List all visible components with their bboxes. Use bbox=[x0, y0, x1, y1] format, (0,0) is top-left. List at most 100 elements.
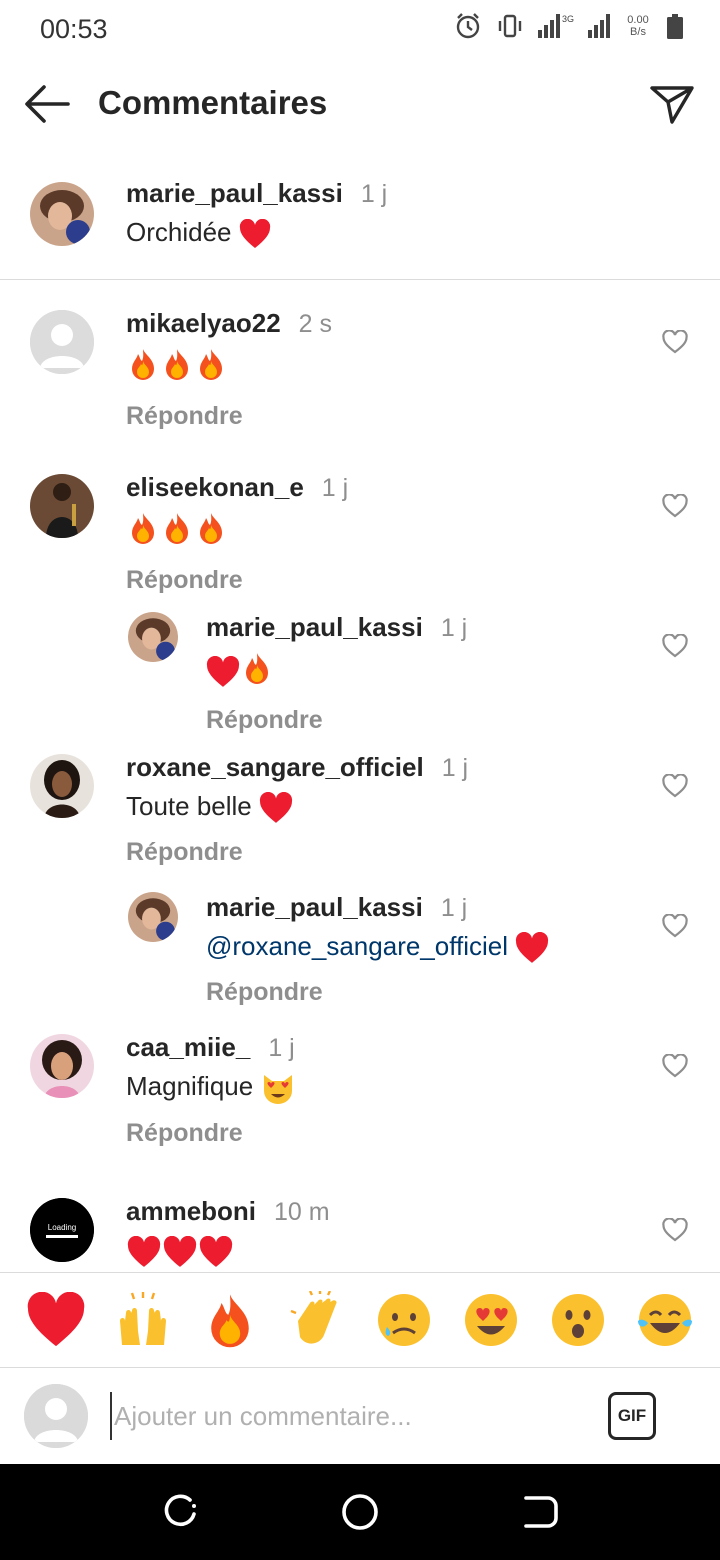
red-heart-icon bbox=[259, 792, 293, 823]
comment-body: caa_miie_ 1 j Magnifique Répondre bbox=[126, 1032, 296, 1148]
avatar bbox=[24, 1384, 88, 1448]
heart-eyes-cat-icon bbox=[264, 1075, 293, 1105]
signal-icon-2 bbox=[588, 14, 610, 38]
comment-text bbox=[126, 511, 348, 552]
avatar[interactable] bbox=[128, 612, 178, 662]
net-speed-unit: B/s bbox=[630, 26, 646, 38]
avatar[interactable] bbox=[30, 310, 94, 374]
clapping-hands-icon[interactable] bbox=[286, 1289, 348, 1351]
fire-icon bbox=[194, 347, 228, 388]
comment-body: marie_paul_kassi 1 j Répondre bbox=[206, 612, 467, 735]
comment-item: Loading ammeboni 10 m bbox=[0, 1188, 720, 1272]
heart-outline-icon[interactable] bbox=[662, 1054, 688, 1078]
username[interactable]: eliseekonan_e bbox=[126, 472, 304, 502]
comment-item: roxane_sangare_officiel 1 j Toute belle R… bbox=[0, 744, 720, 884]
comment-item: eliseekonan_e 1 j Répondre bbox=[0, 464, 720, 604]
red-heart-icon bbox=[516, 932, 549, 963]
fire-icon bbox=[194, 511, 228, 552]
reply-button[interactable]: Répondre bbox=[126, 1119, 243, 1148]
comment-text bbox=[206, 651, 467, 692]
alarm-icon bbox=[456, 13, 480, 39]
red-heart-icon bbox=[199, 1236, 233, 1268]
red-heart-icon bbox=[127, 1236, 161, 1268]
reply-button[interactable]: Répondre bbox=[206, 978, 323, 1007]
svg-text:Loading: Loading bbox=[48, 1223, 76, 1232]
red-heart-icon bbox=[239, 219, 270, 249]
caption-text-content: Orchidée bbox=[126, 217, 232, 247]
tears-of-joy-icon[interactable] bbox=[634, 1289, 696, 1351]
battery-icon bbox=[667, 14, 683, 39]
avatar[interactable] bbox=[30, 1034, 94, 1098]
username[interactable]: marie_paul_kassi bbox=[206, 892, 423, 922]
reply-button[interactable]: Répondre bbox=[126, 838, 243, 867]
username[interactable]: marie_paul_kassi bbox=[126, 178, 343, 208]
comment-body: ammeboni 10 m bbox=[126, 1196, 330, 1268]
timestamp: 1 j bbox=[360, 180, 388, 208]
reply-button[interactable]: Répondre bbox=[126, 566, 243, 595]
fire-icon bbox=[240, 651, 274, 692]
arrow-left-icon[interactable] bbox=[22, 82, 72, 126]
fire-icon bbox=[160, 347, 194, 388]
timestamp: 10 m bbox=[274, 1198, 330, 1226]
mention-link[interactable]: @roxane_sangare_officiel bbox=[206, 931, 508, 961]
reply-button[interactable]: Répondre bbox=[206, 706, 323, 735]
heart-outline-icon[interactable] bbox=[662, 774, 688, 798]
comment-text bbox=[126, 347, 332, 388]
back-icon[interactable] bbox=[520, 1492, 560, 1532]
avatar[interactable] bbox=[30, 474, 94, 538]
red-heart-icon[interactable] bbox=[25, 1289, 87, 1351]
vibrate-icon bbox=[498, 14, 522, 38]
heart-outline-icon[interactable] bbox=[662, 634, 688, 658]
status-time: 00:53 bbox=[40, 14, 108, 44]
heart-outline-icon[interactable] bbox=[662, 494, 688, 518]
heart-eyes-icon[interactable] bbox=[460, 1289, 522, 1351]
heart-outline-icon[interactable] bbox=[662, 1218, 688, 1242]
comment-body: roxane_sangare_officiel 1 j Toute belle R… bbox=[126, 752, 468, 867]
heart-outline-icon[interactable] bbox=[662, 914, 688, 938]
comment-input[interactable] bbox=[110, 1392, 580, 1440]
reply-item: marie_paul_kassi 1 j @roxane_sangare_offi… bbox=[0, 884, 720, 1024]
status-bar: 00:53 3G 0.00 B/s bbox=[0, 0, 720, 58]
timestamp: 2 s bbox=[298, 310, 333, 338]
timestamp: 1 j bbox=[268, 1034, 295, 1062]
username[interactable]: marie_paul_kassi bbox=[206, 612, 423, 642]
username[interactable]: caa_miie_ bbox=[126, 1032, 250, 1062]
comment-body: marie_paul_kassi 1 j @roxane_sangare_offi… bbox=[206, 892, 549, 1007]
page-title: Commentaires bbox=[98, 84, 328, 121]
fire-icon[interactable] bbox=[199, 1289, 261, 1351]
comment-text: Toute belle bbox=[126, 791, 468, 824]
comment-body: mikaelyao22 2 s Répondre bbox=[126, 308, 332, 431]
timestamp: 1 j bbox=[440, 894, 468, 922]
avatar[interactable]: Loading bbox=[30, 1198, 94, 1262]
username[interactable]: roxane_sangare_officiel bbox=[126, 752, 424, 782]
reply-button[interactable]: Répondre bbox=[126, 402, 243, 431]
surprised-face-icon[interactable] bbox=[547, 1289, 609, 1351]
red-heart-icon bbox=[163, 1236, 197, 1268]
status-icons: 3G 0.00 B/s bbox=[454, 12, 684, 40]
username[interactable]: mikaelyao22 bbox=[126, 308, 281, 338]
username[interactable]: ammeboni bbox=[126, 1196, 256, 1226]
fire-icon bbox=[126, 347, 160, 388]
fire-icon bbox=[160, 511, 194, 552]
system-navigation-bar bbox=[0, 1464, 720, 1560]
comment-item: mikaelyao22 2 s Répondre bbox=[0, 300, 720, 450]
caption-body: marie_paul_kassi 1 j Orchidée bbox=[126, 178, 387, 249]
sad-face-icon[interactable] bbox=[373, 1289, 435, 1351]
raising-hands-icon[interactable] bbox=[112, 1289, 174, 1351]
heart-outline-icon[interactable] bbox=[662, 330, 688, 354]
comment-text-content: Magnifique bbox=[126, 1071, 254, 1101]
send-icon[interactable] bbox=[648, 80, 696, 128]
recent-apps-icon[interactable] bbox=[160, 1492, 200, 1532]
home-icon[interactable] bbox=[340, 1492, 380, 1532]
comment-text-content: Toute belle bbox=[126, 791, 252, 821]
avatar[interactable] bbox=[30, 754, 94, 818]
comment-text: @roxane_sangare_officiel bbox=[206, 931, 549, 964]
comment-item: caa_miie_ 1 j Magnifique Répondre bbox=[0, 1024, 720, 1184]
avatar[interactable] bbox=[30, 182, 94, 246]
signal-icon: 3G bbox=[537, 14, 574, 38]
gif-button[interactable]: GIF bbox=[608, 1392, 656, 1440]
comment-composer: GIF bbox=[0, 1368, 720, 1464]
avatar[interactable] bbox=[128, 892, 178, 942]
post-caption: marie_paul_kassi 1 j Orchidée bbox=[0, 168, 720, 280]
net-speed: 0.00 B/s bbox=[624, 14, 652, 38]
